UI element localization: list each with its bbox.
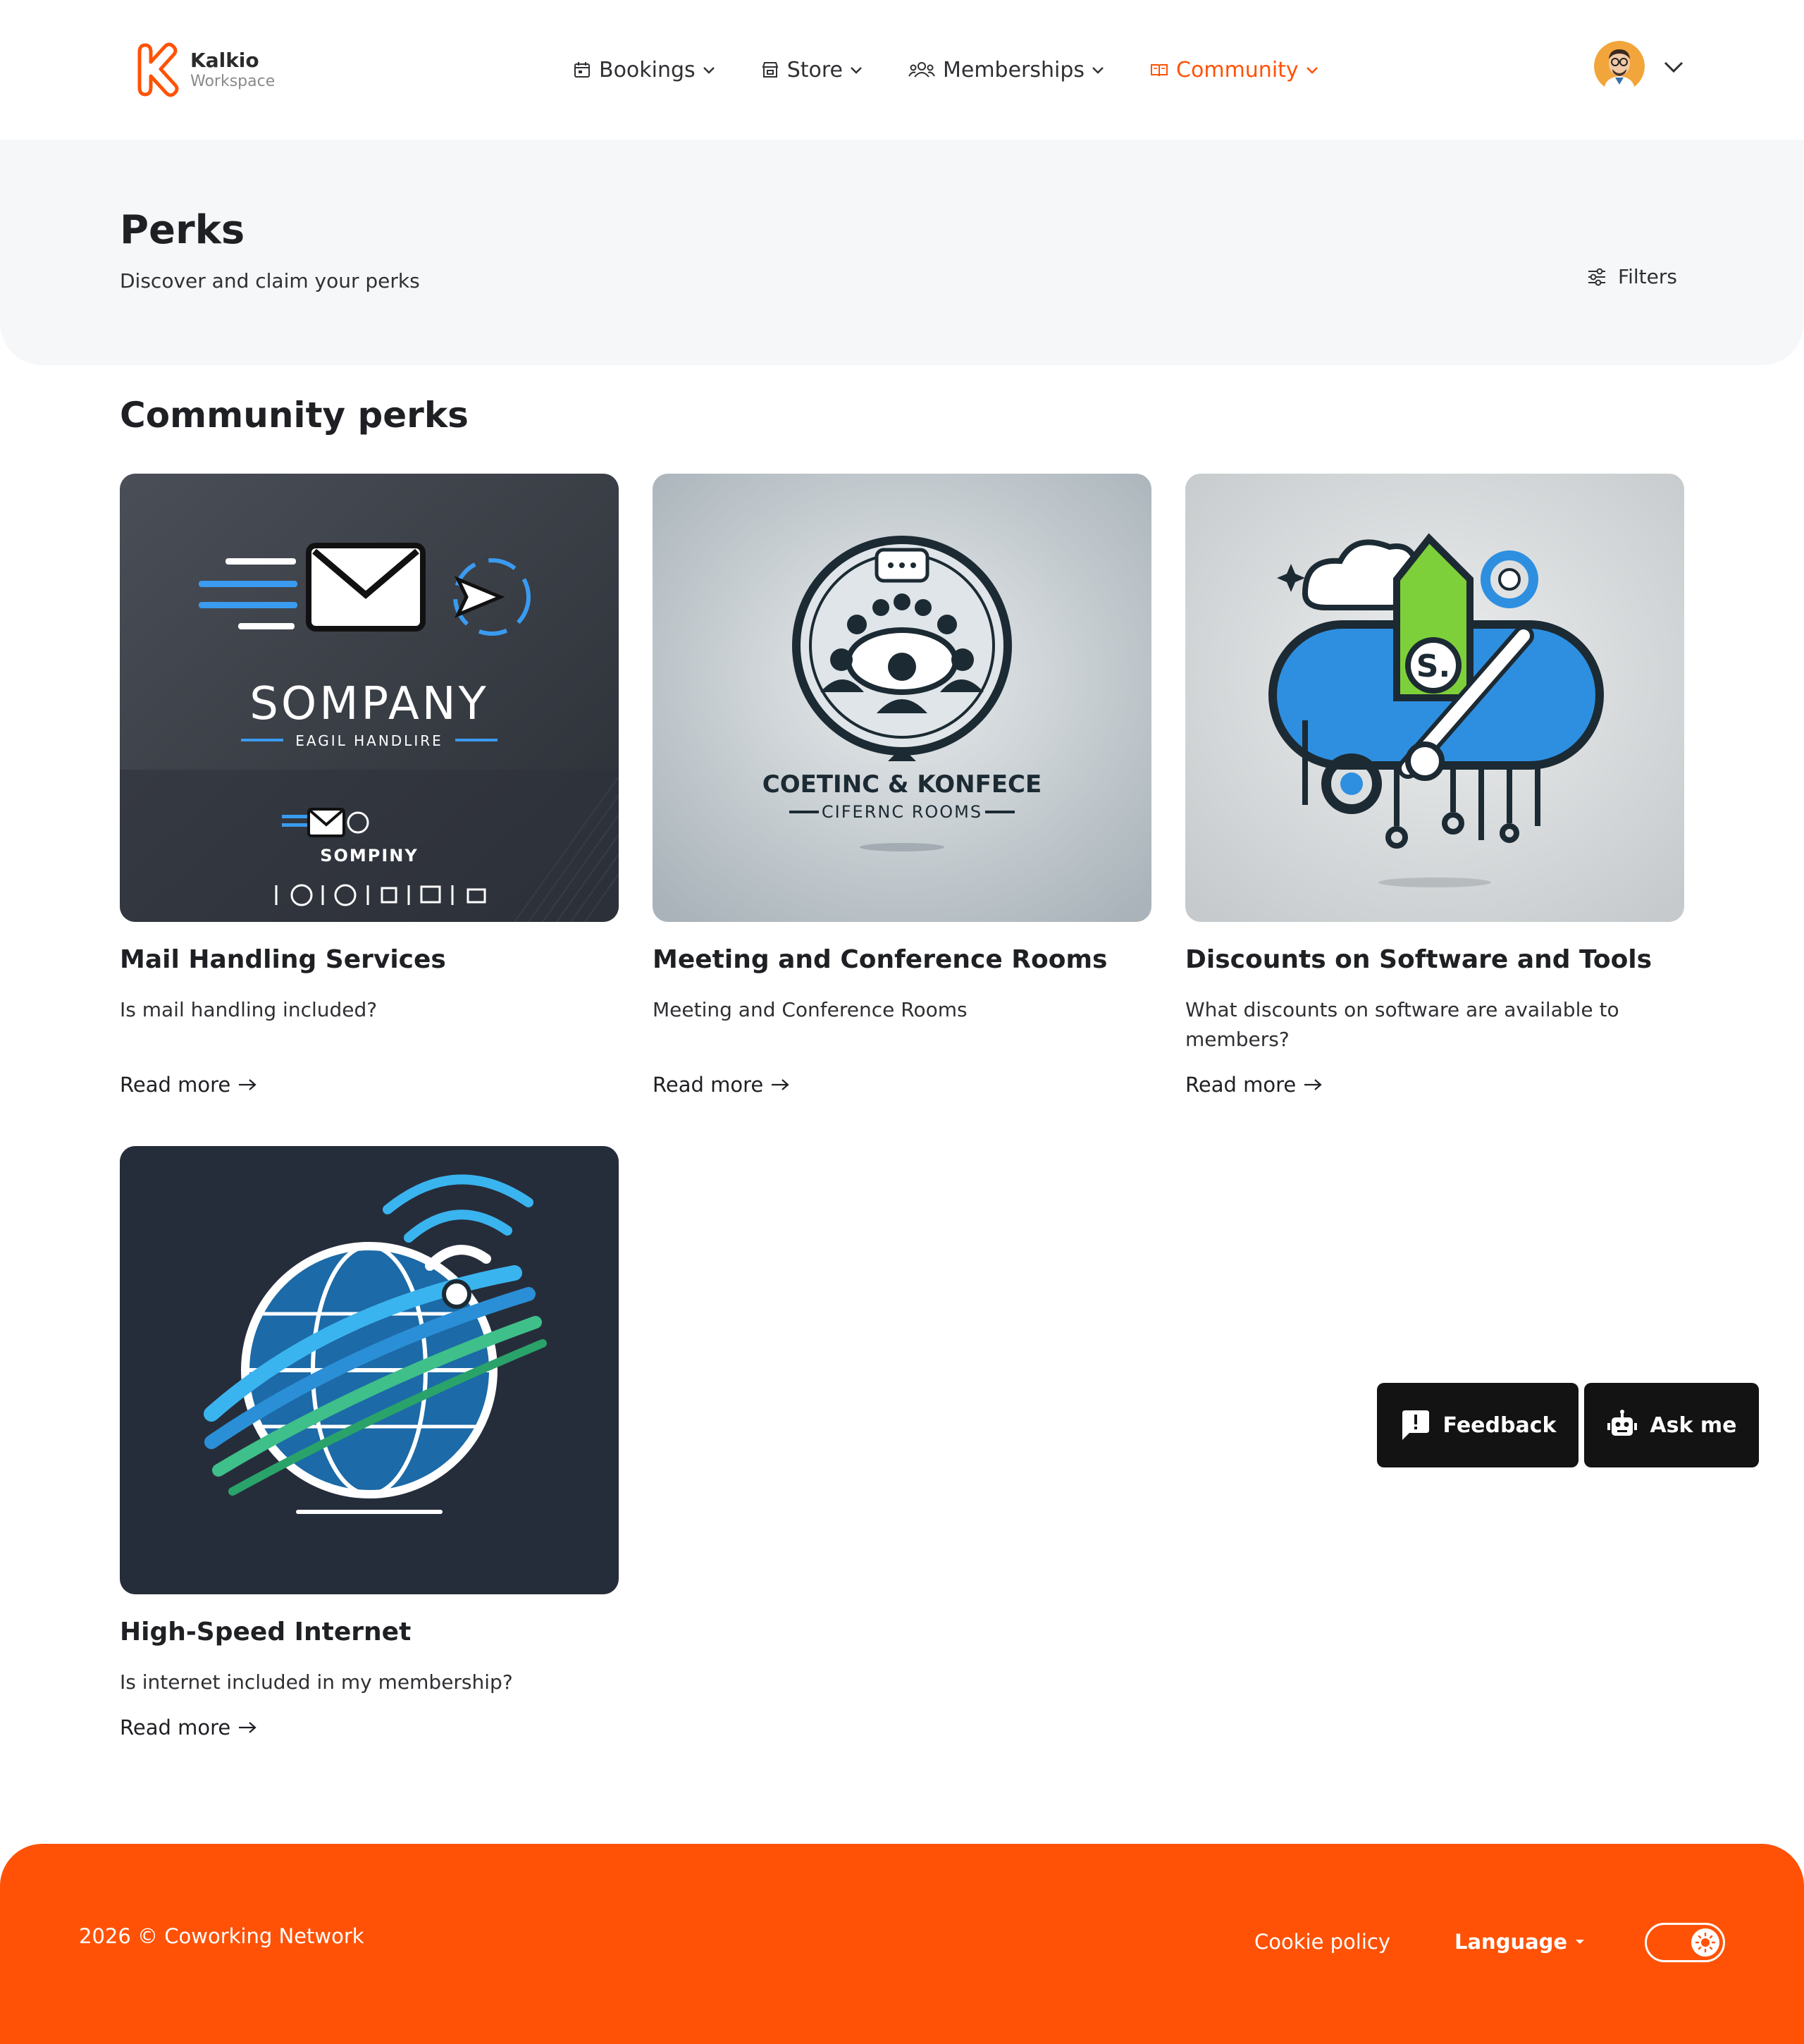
read-more-label: Read more <box>120 1716 231 1740</box>
arrow-right-icon <box>1303 1077 1323 1092</box>
perk-title: Mail Handling Services <box>120 945 446 974</box>
page-hero: Perks Discover and claim your perks Filt… <box>0 140 1804 365</box>
ask-me-label: Ask me <box>1650 1412 1737 1438</box>
users-icon <box>908 60 936 80</box>
nav-community[interactable]: Community <box>1149 54 1320 86</box>
svg-text:EAGIL HANDLIRE: EAGIL HANDLIRE <box>295 732 443 749</box>
nav-memberships[interactable]: Memberships <box>908 54 1106 86</box>
perk-card: S. Discounts on Software and Tools What … <box>1185 474 1684 1097</box>
theme-toggle[interactable] <box>1645 1923 1725 1962</box>
brand-subtitle: Workspace <box>190 73 276 90</box>
book-icon <box>1149 60 1169 80</box>
sun-icon <box>1691 1928 1719 1957</box>
perk-card: High-Speed Internet Is internet included… <box>120 1146 619 1740</box>
feedback-button[interactable]: Feedback <box>1377 1383 1578 1467</box>
robot-icon <box>1606 1409 1638 1441</box>
read-more-label: Read more <box>1185 1073 1297 1097</box>
perk-image[interactable]: S. <box>1185 474 1684 922</box>
perk-title: Meeting and Conference Rooms <box>653 945 1108 974</box>
arrow-right-icon <box>237 1077 257 1092</box>
user-menu[interactable] <box>1594 41 1686 92</box>
ask-me-button[interactable]: Ask me <box>1584 1383 1759 1467</box>
feedback-label: Feedback <box>1442 1412 1557 1438</box>
top-header: Kalkio Workspace Bookings Store Membersh… <box>0 0 1804 140</box>
chevron-down-icon <box>1304 62 1320 78</box>
svg-text:SOMPANY: SOMPANY <box>249 678 488 730</box>
filters-button[interactable]: Filters <box>1586 265 1677 288</box>
sliders-icon <box>1586 266 1608 288</box>
chevron-down-icon <box>848 62 864 78</box>
read-more-label: Read more <box>653 1073 764 1097</box>
page-footer: 2026 © Coworking Network Cookie policy L… <box>0 1844 1804 2044</box>
perk-description: Is mail handling included? <box>120 998 378 1021</box>
page-subtitle: Discover and claim your perks <box>120 269 420 293</box>
section-title: Community perks <box>120 395 469 436</box>
cookie-policy-link[interactable]: Cookie policy <box>1254 1930 1390 1954</box>
arrow-right-icon <box>237 1720 257 1735</box>
chevron-down-icon <box>701 62 717 78</box>
filters-label: Filters <box>1618 265 1677 288</box>
main-nav: Bookings Store Memberships Community <box>572 54 1364 86</box>
nav-bookings-label: Bookings <box>599 57 696 82</box>
copyright-text: 2026 © Coworking Network <box>79 1924 364 1948</box>
read-more-label: Read more <box>120 1073 231 1097</box>
perk-description: Is internet included in my membership? <box>120 1670 513 1694</box>
language-dropdown[interactable]: Language <box>1454 1930 1586 1954</box>
kalkio-logo-icon <box>137 42 179 97</box>
perk-title: High-Speed Internet <box>120 1618 412 1646</box>
svg-text:CIFERNC ROOMS: CIFERNC ROOMS <box>822 802 982 822</box>
perk-description: What discounts on software are available… <box>1185 998 1619 1051</box>
chevron-down-icon[interactable] <box>1662 54 1686 78</box>
perk-card: COETINC & KONFECE CIFERNC ROOMS Meeting … <box>653 474 1151 1097</box>
caret-down-icon <box>1574 1938 1586 1945</box>
calendar-icon <box>572 60 592 80</box>
read-more-link[interactable]: Read more <box>120 1716 257 1740</box>
svg-text:S.: S. <box>1416 648 1450 684</box>
perk-card: SOMPANY EAGIL HANDLIRE SOMPINY Mail Hand… <box>120 474 619 1097</box>
language-label: Language <box>1454 1930 1568 1954</box>
nav-store[interactable]: Store <box>760 54 864 86</box>
read-more-link[interactable]: Read more <box>120 1073 257 1097</box>
svg-text:COETINC & KONFECE: COETINC & KONFECE <box>762 770 1042 799</box>
brand-name: Kalkio <box>190 49 259 72</box>
nav-memberships-label: Memberships <box>942 57 1085 82</box>
brand-logo[interactable]: Kalkio Workspace <box>135 41 275 99</box>
svg-text:SOMPINY: SOMPINY <box>320 846 419 866</box>
perk-title: Discounts on Software and Tools <box>1185 945 1652 974</box>
perk-image[interactable]: SOMPANY EAGIL HANDLIRE SOMPINY <box>120 474 619 922</box>
feedback-icon <box>1400 1409 1432 1441</box>
chevron-down-icon <box>1090 62 1106 78</box>
nav-bookings[interactable]: Bookings <box>572 54 717 86</box>
nav-store-label: Store <box>786 57 843 82</box>
page-title: Perks <box>120 207 245 253</box>
perk-description: Meeting and Conference Rooms <box>653 998 968 1021</box>
arrow-right-icon <box>770 1077 790 1092</box>
read-more-link[interactable]: Read more <box>1185 1073 1323 1097</box>
perk-image[interactable]: COETINC & KONFECE CIFERNC ROOMS <box>653 474 1151 922</box>
perk-image[interactable] <box>120 1146 619 1594</box>
read-more-link[interactable]: Read more <box>653 1073 790 1097</box>
store-icon <box>760 60 780 80</box>
nav-community-label: Community <box>1176 57 1299 82</box>
user-avatar[interactable] <box>1594 41 1645 92</box>
